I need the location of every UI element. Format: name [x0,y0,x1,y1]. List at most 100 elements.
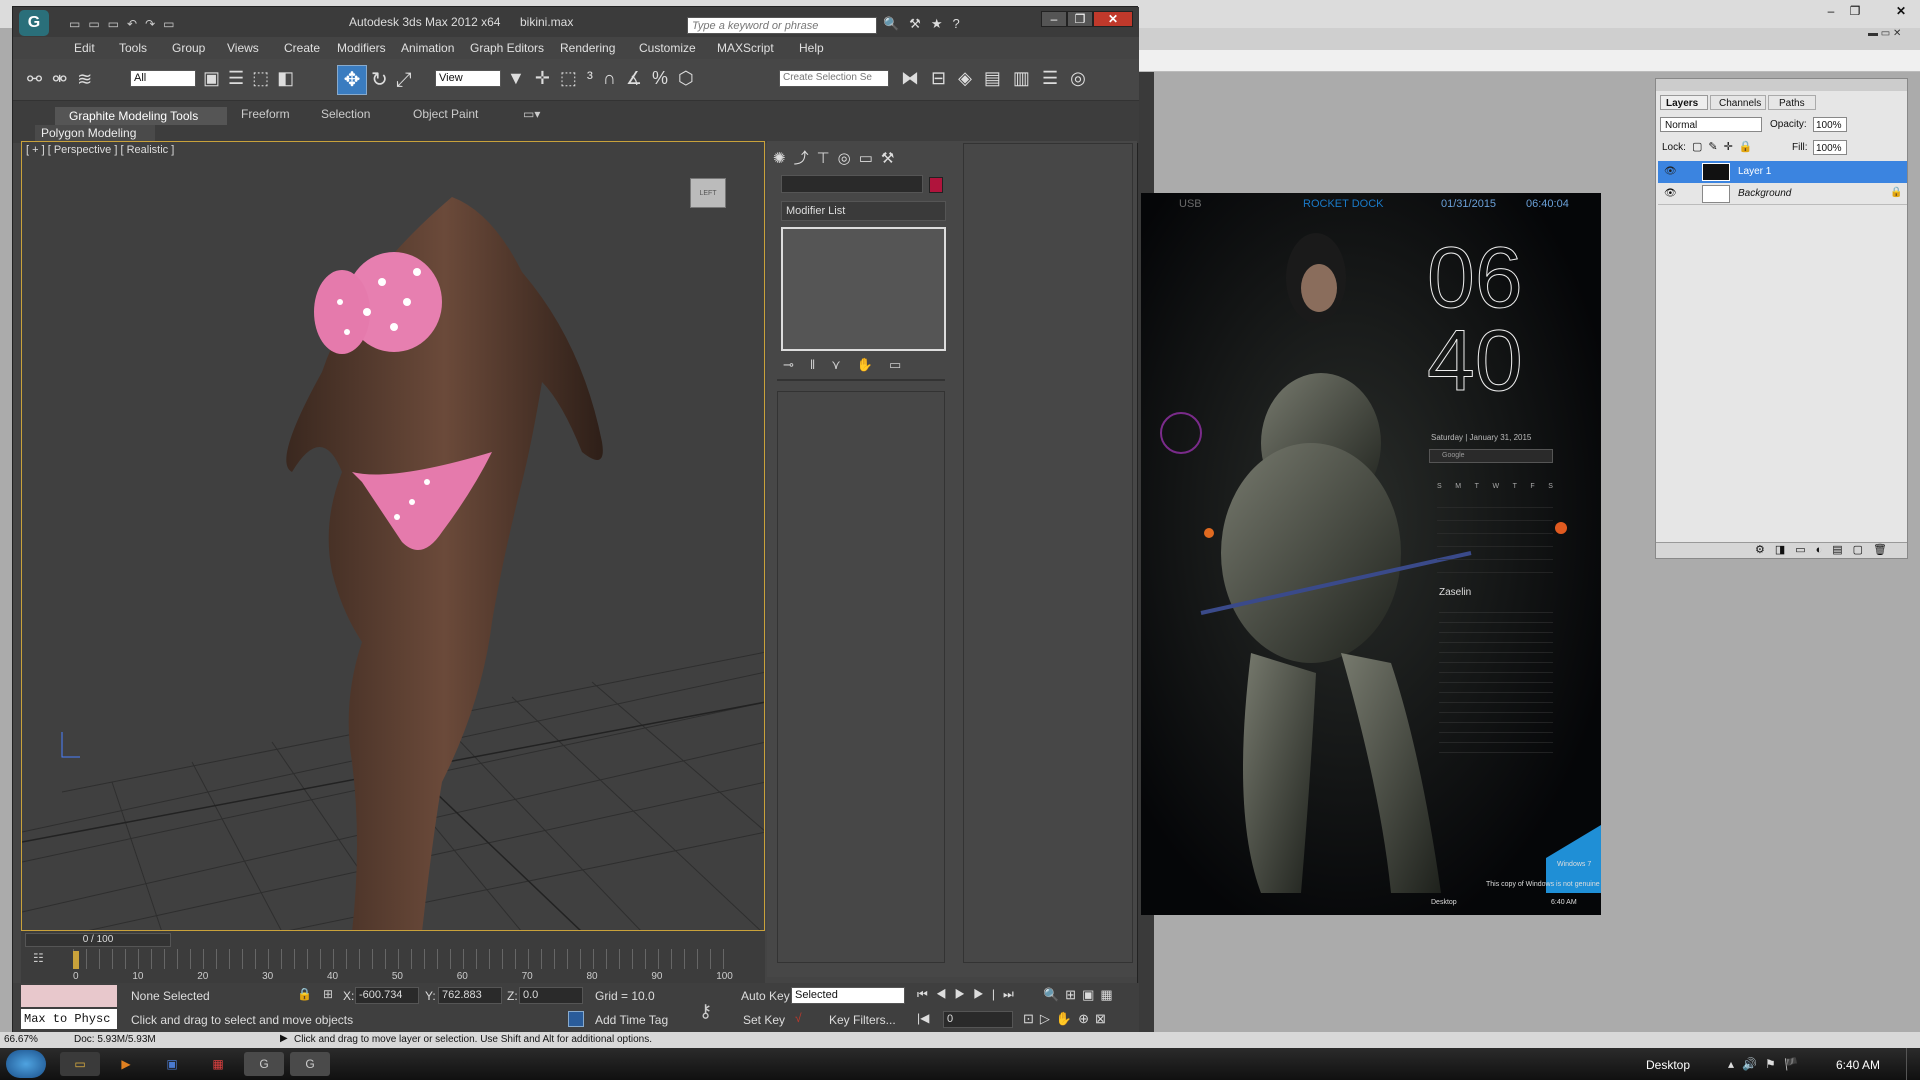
3dsmax-taskbar-icon[interactable]: G [244,1052,284,1076]
system-tray-icons[interactable]: ▴🔊⚑🏴 [1728,1057,1818,1071]
max-minimize-icon[interactable]: – [1041,11,1067,27]
viewport-label[interactable]: [ + ] [ Perspective ] [ Realistic ] [26,144,174,156]
max-maximize-icon[interactable]: ❐ [1067,11,1093,27]
menu-group[interactable]: Group [172,41,205,55]
modifier-stack-buttons[interactable]: ⊸‖⋎✋▭ [783,357,943,373]
app-taskbar-icon[interactable]: ▣ [152,1052,192,1076]
add-time-tag[interactable]: Add Time Tag [595,1013,668,1027]
time-tag-icon[interactable] [568,1011,584,1027]
snap-tool-icons[interactable]: ▼✛⬚³∩∡%⬡ [507,68,767,89]
track-bar-toggle-icon[interactable]: ☷ [33,951,44,965]
explorer-taskbar-icon[interactable]: ▭ [60,1052,100,1076]
layers-footer-buttons[interactable]: ⚙◨▭◐▤▢🗑 [1656,542,1907,558]
3dsmax2-taskbar-icon[interactable]: G [290,1052,330,1076]
max-close-icon[interactable]: ✕ [1093,11,1133,27]
link-icons[interactable]: ⚯⚮≋ [27,69,127,90]
layer-row-background[interactable]: 👁 Background 🔒 [1658,183,1907,205]
tab-layers[interactable]: Layers [1660,95,1708,110]
menu-edit[interactable]: Edit [74,41,95,55]
ribbon-options-icon[interactable]: ▭▾ [523,107,540,121]
max-app-icon[interactable]: G [19,10,49,36]
menu-tools[interactable]: Tools [119,41,147,55]
menu-views[interactable]: Views [227,41,259,55]
tab-paths[interactable]: Paths [1768,95,1816,110]
media-player-taskbar-icon[interactable]: ▶ [106,1052,146,1076]
taskbar-clock[interactable]: 6:40 AM [1836,1058,1880,1072]
menu-graph-editors[interactable]: Graph Editors [470,41,544,55]
z-coordinate-input[interactable]: 0.0 [519,987,583,1004]
visibility-eye-icon[interactable]: 👁 [1664,188,1677,199]
modifier-list-select[interactable]: Modifier List [781,201,946,221]
layer-name[interactable]: Background [1738,188,1791,199]
auto-key-button[interactable]: Auto Key [741,989,790,1003]
visibility-eye-icon[interactable]: 👁 [1664,166,1677,177]
menu-rendering[interactable]: Rendering [560,41,615,55]
x-coordinate-input[interactable]: -600.734 [355,987,419,1004]
perspective-viewport[interactable]: [ + ] [ Perspective ] [ Realistic ] LEFT [21,141,765,931]
set-keys-key-icon[interactable]: ⚷ [699,1001,712,1022]
infocenter-search-input[interactable]: Type a keyword or phrase [687,17,877,34]
viewport-navigation-icons[interactable]: 🔍⊞▣▦ [1043,987,1139,1003]
named-selection-set-input[interactable]: Create Selection Se [779,70,889,87]
time-config-icons[interactable]: ⊡▷✋⊕⊠ [1023,1011,1139,1027]
menu-help[interactable]: Help [799,41,824,55]
menu-maxscript[interactable]: MAXScript [717,41,774,55]
tab-channels[interactable]: Channels [1710,95,1766,110]
ps-close-icon[interactable]: ✕ [1892,4,1910,18]
object-name-input[interactable] [781,175,923,193]
playback-controls[interactable]: ⏮◀▶▶|⏭ [917,987,1037,1002]
desktop-toolbar-label[interactable]: Desktop [1646,1058,1690,1072]
start-button-icon[interactable] [6,1050,46,1078]
tab-graphite-modeling-tools[interactable]: Graphite Modeling Tools [55,107,227,125]
current-frame-marker[interactable] [73,951,79,969]
tab-object-paint[interactable]: Object Paint [413,107,478,121]
fill-input[interactable]: 100% [1813,140,1847,155]
tab-selection[interactable]: Selection [321,107,370,121]
mirror-align-icons[interactable]: ⧓⊟◈▤▥☰◎ [901,68,1137,89]
blend-mode-select[interactable]: Normal [1660,117,1762,132]
doc-search-box[interactable]: Google [1429,449,1553,463]
y-coordinate-input[interactable]: 762.883 [438,987,502,1004]
ps-zoom-level[interactable]: 66.67% [4,1034,38,1045]
menu-modifiers[interactable]: Modifiers [337,41,386,55]
absolute-mode-icon[interactable]: ⊞ [323,987,333,1001]
selection-filter-select[interactable]: All [130,70,196,87]
key-mode-select[interactable]: Selected [791,987,905,1004]
ps-status-arrow-icon[interactable]: ▶ [280,1033,288,1044]
ref-coord-select[interactable]: View [435,70,501,87]
app2-taskbar-icon[interactable]: ▦ [198,1052,238,1076]
rotate-scale-icons[interactable]: ↻⤢ [371,67,431,92]
key-filters-button[interactable]: Key Filters... [829,1013,896,1027]
show-desktop-button[interactable] [1906,1048,1920,1080]
photoshop-document-canvas[interactable]: USB ROCKET DOCK 01/31/2015 06:40:04 06 4… [1141,193,1601,915]
layers-panel-titlebar[interactable] [1656,79,1907,91]
ps-minimize-icon[interactable]: – [1822,4,1840,18]
ps-maximize-icon[interactable]: ❐ [1846,4,1864,18]
infocenter-icons[interactable]: 🔍⚒★? [883,16,1003,32]
object-color-swatch[interactable] [929,177,943,193]
modifier-stack[interactable] [781,227,946,351]
lock-icons[interactable]: ▢✎✛🔒 [1692,140,1762,154]
maxscript-listener-input[interactable]: Max to Physc [21,1009,117,1029]
viewcube[interactable]: LEFT [690,178,726,208]
time-slider[interactable]: 0 / 100 [25,933,171,947]
opacity-input[interactable]: 100% [1813,117,1847,132]
menu-animation[interactable]: Animation [401,41,454,55]
tab-freeform[interactable]: Freeform [241,107,290,121]
command-panel-tabs[interactable]: ✺⤴⊤◎▭⚒ [773,147,923,168]
ribbon-panel-polygon-modeling[interactable]: Polygon Modeling [35,125,155,141]
layer-row-layer1[interactable]: 👁 Layer 1 [1658,161,1907,183]
ps-doc-window-controls[interactable]: ▬ ▭ ✕ [1868,28,1918,46]
menu-customize[interactable]: Customize [639,41,696,55]
maxscript-listener-top[interactable] [21,985,117,1007]
key-tangent-icon[interactable]: √ [795,1011,802,1025]
lock-selection-icon[interactable]: 🔒 [297,987,312,1001]
track-bar[interactable] [73,949,733,969]
quick-access-toolbar[interactable]: ▭▭▭↶↷▭ [69,17,259,31]
menu-create[interactable]: Create [284,41,320,55]
key-mode-toggle-icon[interactable]: |◀ [917,1011,929,1025]
select-tool-icons[interactable]: ▣☰⬚◧ [203,68,343,89]
move-tool-icon[interactable]: ✥ [337,65,367,95]
current-frame-input[interactable]: 0 [943,1011,1013,1028]
layer-name[interactable]: Layer 1 [1738,166,1771,177]
